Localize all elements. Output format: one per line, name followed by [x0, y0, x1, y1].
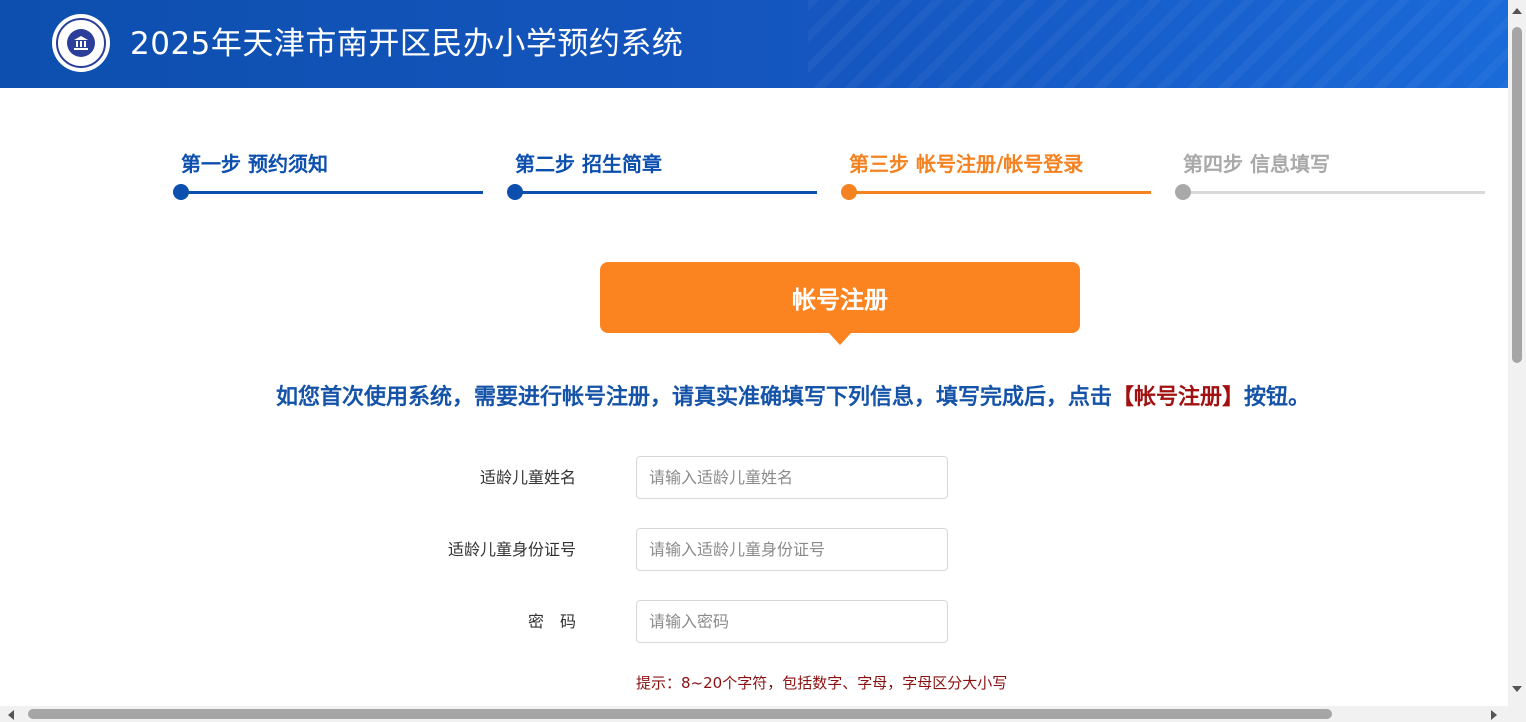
scroll-up-arrow-icon[interactable] [1512, 8, 1522, 14]
school-emblem-icon [52, 14, 110, 72]
child-id-input[interactable] [636, 528, 948, 571]
vertical-scrollbar[interactable] [1508, 0, 1526, 706]
step-2: 第二步 招生简章 [507, 150, 817, 210]
page-viewport: 2025年天津市南开区民办小学预约系统 第一步 预约须知 第二步 招生简章 第三… [0, 0, 1508, 706]
step-line [181, 191, 483, 194]
instruction-highlight: 【帐号注册】 [1112, 385, 1245, 410]
step-4: 第四步 信息填写 [1175, 150, 1485, 210]
scroll-left-arrow-icon[interactable] [8, 710, 14, 720]
step-line [849, 191, 1151, 194]
instruction-suffix: 按钮。 [1244, 385, 1311, 410]
form-row-password: 密 码 [0, 600, 1508, 644]
site-header: 2025年天津市南开区民办小学预约系统 [0, 0, 1508, 88]
step-label: 第三步 帐号注册/帐号登录 [849, 152, 1084, 176]
step-dot [173, 184, 189, 200]
step-1: 第一步 预约须知 [173, 150, 483, 210]
step-dot [507, 184, 523, 200]
step-label: 第二步 招生简章 [515, 152, 662, 176]
step-line [1183, 191, 1485, 194]
header-decoration [808, 0, 1508, 88]
page-title: 2025年天津市南开区民办小学预约系统 [130, 26, 684, 62]
scroll-right-arrow-icon[interactable] [1491, 710, 1497, 720]
step-dot [1175, 184, 1191, 200]
scrollbar-corner [1508, 706, 1526, 722]
step-line [515, 191, 817, 194]
horizontal-scrollbar[interactable] [0, 706, 1508, 722]
child-name-label: 适龄儿童姓名 [479, 468, 576, 487]
form-row-child-name: 适龄儿童姓名 [0, 456, 1508, 500]
instruction-text: 如您首次使用系统，需要进行帐号注册，请真实准确填写下列信息，填写完成后，点击【帐… [0, 381, 1508, 415]
scroll-down-arrow-icon[interactable] [1512, 686, 1522, 692]
step-progress: 第一步 预约须知 第二步 招生简章 第三步 帐号注册/帐号登录 第四步 信息填写 [173, 150, 1493, 210]
instruction-main: 如您首次使用系统，需要进行帐号注册，请真实准确填写下列信息，填写完成后，点击 [276, 385, 1113, 410]
vertical-scroll-thumb[interactable] [1512, 27, 1522, 363]
banner-title: 帐号注册 [792, 286, 888, 314]
register-banner: 帐号注册 [600, 262, 1080, 333]
child-name-input[interactable] [636, 456, 948, 499]
step-label: 第一步 预约须知 [181, 152, 328, 176]
password-label: 密 码 [527, 612, 576, 631]
horizontal-scroll-thumb[interactable] [28, 709, 1332, 719]
step-label: 第四步 信息填写 [1183, 152, 1330, 176]
child-id-label: 适龄儿童身份证号 [447, 540, 576, 559]
password-hint: 提示：8~20个字符，包括数字、字母，字母区分大小写 [636, 674, 1008, 692]
banner-pointer [829, 333, 851, 345]
form-row-child-id: 适龄儿童身份证号 [0, 528, 1508, 572]
step-3: 第三步 帐号注册/帐号登录 [841, 150, 1151, 210]
step-dot [841, 184, 857, 200]
password-input[interactable] [636, 600, 948, 643]
